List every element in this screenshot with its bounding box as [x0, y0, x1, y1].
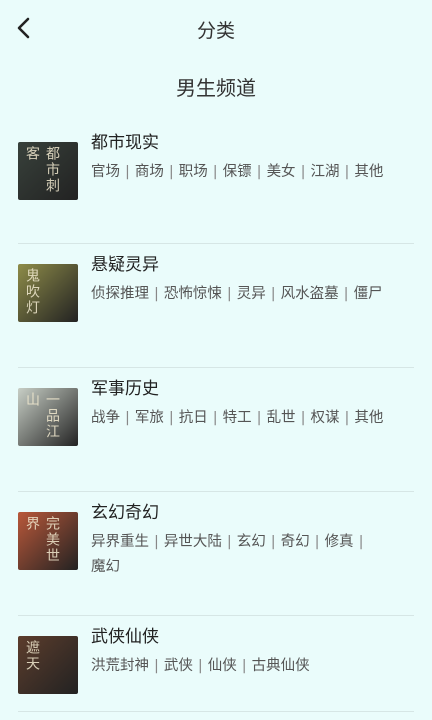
tag-link[interactable]: 玄幻	[237, 534, 266, 550]
cover-title: 都市刺客	[24, 146, 60, 194]
tag-link[interactable]: 武侠	[164, 658, 193, 674]
cover-title: 一品江山	[24, 392, 60, 440]
category-cover-image[interactable]: 都市刺客	[18, 142, 78, 200]
tag-separator: |	[154, 286, 159, 302]
category-name[interactable]: 玄幻奇幻	[91, 496, 414, 530]
cover-title: 鬼吹灯	[24, 268, 40, 316]
category-name[interactable]: 军事历史	[91, 372, 414, 406]
tag-link[interactable]: 职场	[179, 164, 208, 180]
tag-link[interactable]: 抗日	[179, 410, 208, 426]
category-info: 武侠仙侠 洪荒封神 | 武侠 | 仙侠 | 古典仙侠	[91, 620, 414, 701]
tag-separator: |	[212, 410, 218, 426]
tag-link[interactable]: 魔幻	[91, 559, 120, 575]
tag-separator: |	[300, 164, 306, 180]
top-bar: 分类	[0, 0, 432, 58]
tag-link[interactable]: 乱世	[267, 410, 296, 426]
category-row[interactable]: 完美世界 玄幻奇幻 异界重生 | 异世大陆 | 玄幻 | 奇幻 | 修真 |魔幻	[18, 492, 414, 616]
tag-link[interactable]: 江湖	[310, 164, 339, 180]
tag-separator: |	[256, 164, 262, 180]
tag-list: 侦探推理 | 恐怖惊悚 | 灵异 | 风水盗墓 | 僵尸	[91, 282, 396, 307]
category-cover-image[interactable]: 鬼吹灯	[18, 264, 78, 322]
tag-link[interactable]: 保镖	[223, 164, 252, 180]
tag-link[interactable]: 灵异	[237, 286, 266, 302]
tag-separator: |	[154, 658, 159, 674]
tag-link[interactable]: 战争	[91, 410, 120, 426]
tag-link[interactable]: 异世大陆	[164, 534, 222, 550]
tag-link[interactable]: 侦探推理	[91, 286, 149, 302]
category-info: 都市现实 官场 | 商场 | 职场 | 保镖 | 美女 | 江湖 | 其他	[91, 126, 414, 233]
tag-separator: |	[212, 164, 218, 180]
cover-title: 完美世界	[24, 516, 60, 564]
tag-link[interactable]: 恐怖惊悚	[164, 286, 222, 302]
cover-title: 遮天	[24, 640, 40, 672]
category-cover-image[interactable]: 遮天	[18, 636, 78, 694]
tag-link[interactable]: 商场	[135, 164, 164, 180]
tag-link[interactable]: 特工	[223, 410, 252, 426]
tag-list: 战争 | 军旅 | 抗日 | 特工 | 乱世 | 权谋 | 其他	[91, 406, 396, 431]
tag-separator: |	[226, 286, 232, 302]
category-info: 军事历史 战争 | 军旅 | 抗日 | 特工 | 乱世 | 权谋 | 其他	[91, 372, 414, 481]
section-title: 男生频道	[176, 76, 256, 100]
tag-link[interactable]: 美女	[267, 164, 296, 180]
tag-separator: |	[226, 534, 232, 550]
tag-separator: |	[197, 658, 203, 674]
tag-separator: |	[344, 410, 350, 426]
category-row[interactable]: 一品江山 军事历史 战争 | 军旅 | 抗日 | 特工 | 乱世 | 权谋 | 其他	[18, 368, 414, 492]
tag-list: 官场 | 商场 | 职场 | 保镖 | 美女 | 江湖 | 其他	[91, 160, 396, 185]
tag-separator: |	[256, 410, 262, 426]
tag-separator: |	[125, 164, 130, 180]
tag-list: 异界重生 | 异世大陆 | 玄幻 | 奇幻 | 修真 |魔幻	[91, 530, 396, 580]
tag-separator: |	[241, 658, 247, 674]
category-info: 玄幻奇幻 异界重生 | 异世大陆 | 玄幻 | 奇幻 | 修真 |魔幻	[91, 496, 414, 605]
tag-link[interactable]: 修真	[325, 534, 354, 550]
category-info: 悬疑灵异 侦探推理 | 恐怖惊悚 | 灵异 | 风水盗墓 | 僵尸	[91, 248, 414, 357]
category-cover-image[interactable]: 完美世界	[18, 512, 78, 570]
tag-separator: |	[314, 534, 320, 550]
tag-link[interactable]: 异界重生	[91, 534, 149, 550]
category-name[interactable]: 悬疑灵异	[91, 248, 414, 282]
category-list: 都市刺客 都市现实 官场 | 商场 | 职场 | 保镖 | 美女 | 江湖 | 其他 鬼吹灯 悬疑灵异 侦探推理 |…	[0, 122, 432, 712]
category-cover-image[interactable]: 一品江山	[18, 388, 78, 446]
category-row[interactable]: 都市刺客 都市现实 官场 | 商场 | 职场 | 保镖 | 美女 | 江湖 | 其他	[18, 122, 414, 244]
page-title: 分类	[196, 20, 235, 42]
tag-link[interactable]: 军旅	[135, 410, 164, 426]
tag-separator: |	[270, 286, 276, 302]
tag-link[interactable]: 奇幻	[281, 534, 310, 550]
tag-separator: |	[154, 534, 159, 550]
tag-separator: |	[270, 534, 276, 550]
category-name[interactable]: 武侠仙侠	[91, 620, 414, 654]
tag-link[interactable]: 仙侠	[208, 658, 237, 674]
category-row[interactable]: 遮天 武侠仙侠 洪荒封神 | 武侠 | 仙侠 | 古典仙侠	[18, 616, 414, 712]
tag-separator: |	[125, 410, 130, 426]
tag-link[interactable]: 洪荒封神	[91, 658, 149, 674]
tag-link[interactable]: 僵尸	[354, 286, 383, 302]
tag-link[interactable]: 官场	[91, 164, 120, 180]
tag-separator: |	[344, 164, 350, 180]
tag-link[interactable]: 其他	[354, 410, 383, 426]
tag-list: 洪荒封神 | 武侠 | 仙侠 | 古典仙侠	[91, 654, 396, 679]
tag-link[interactable]: 风水盗墓	[281, 286, 339, 302]
tag-separator: |	[168, 164, 174, 180]
tag-link[interactable]: 其他	[354, 164, 383, 180]
tag-separator: |	[358, 534, 364, 550]
tag-link[interactable]: 权谋	[310, 410, 339, 426]
category-row[interactable]: 鬼吹灯 悬疑灵异 侦探推理 | 恐怖惊悚 | 灵异 | 风水盗墓 | 僵尸	[18, 244, 414, 368]
tag-separator: |	[300, 410, 306, 426]
category-name[interactable]: 都市现实	[91, 126, 414, 160]
tag-separator: |	[168, 410, 174, 426]
tag-link[interactable]: 古典仙侠	[252, 658, 310, 674]
tag-separator: |	[343, 286, 349, 302]
